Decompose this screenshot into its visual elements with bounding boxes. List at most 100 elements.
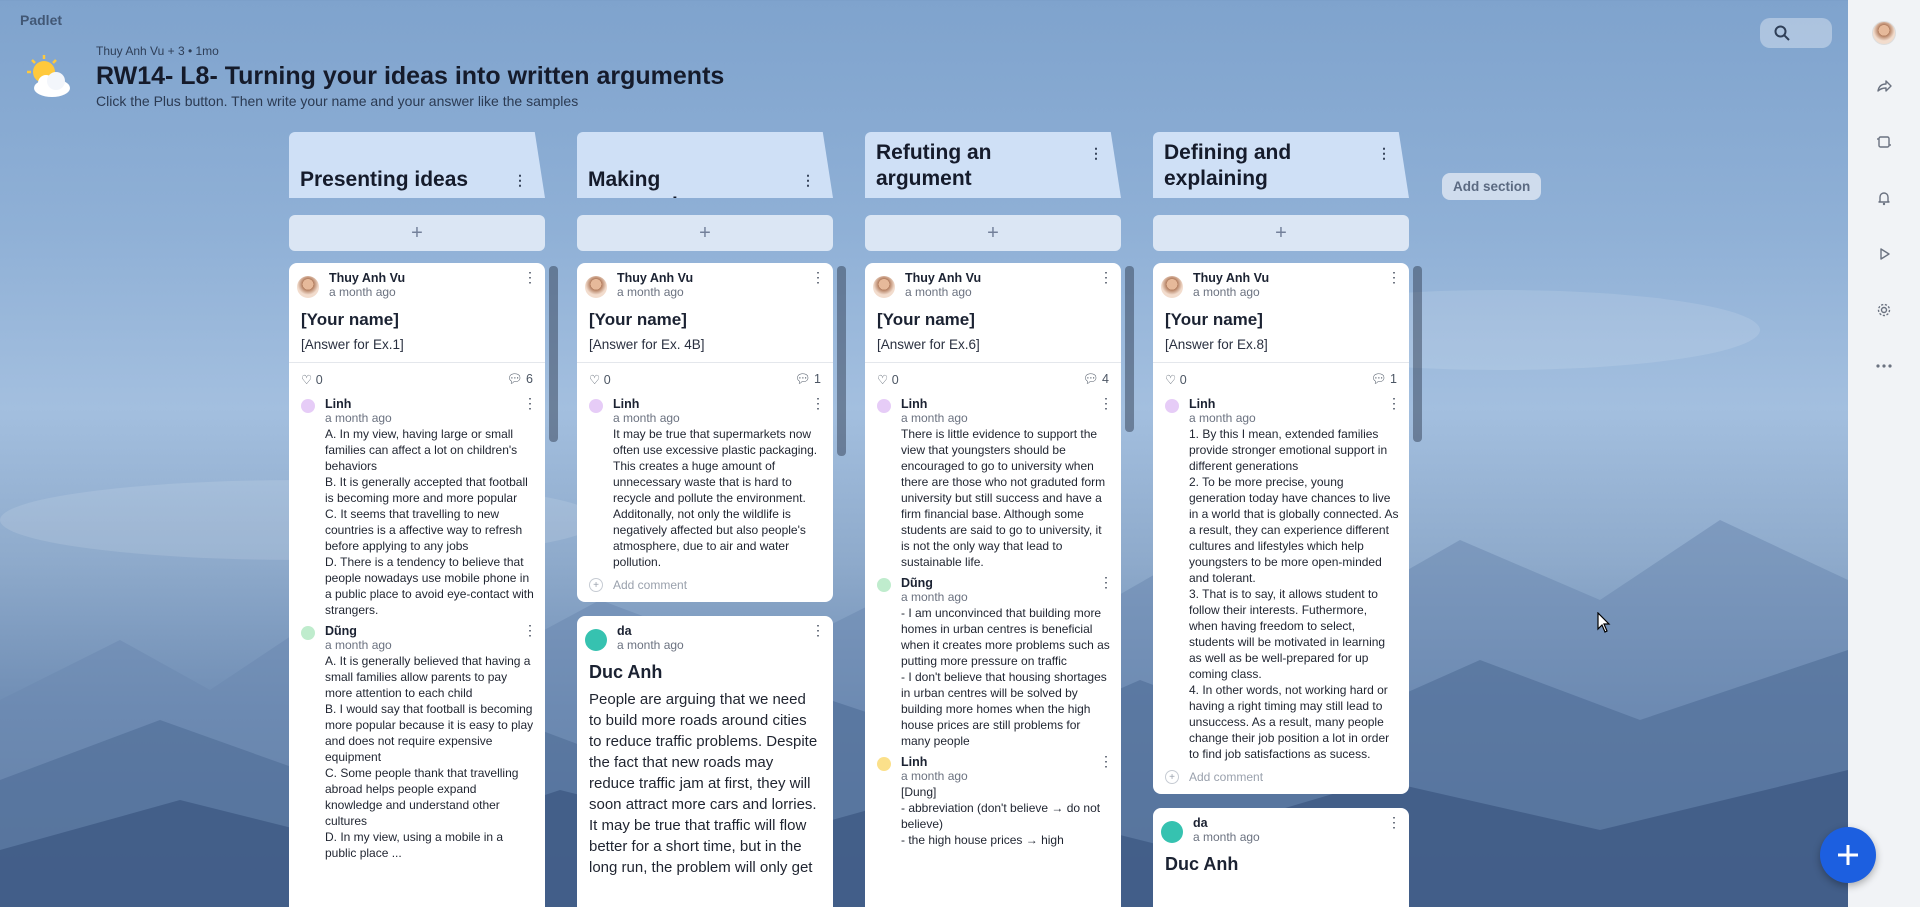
section-menu-icon[interactable]: ⋮ [513,167,527,193]
comment-menu-icon[interactable]: ⋮ [1099,396,1113,410]
add-post-button[interactable]: + [865,215,1121,251]
like-count: 0 [1179,373,1187,387]
column-scrollbar[interactable] [1413,266,1422,442]
slideshow-button[interactable] [1869,239,1899,269]
avatar [585,629,607,651]
add-post-button[interactable]: + [289,215,545,251]
column-scrollbar[interactable] [837,266,846,456]
section-header: Defining and explaining ⋮ [1153,132,1409,198]
add-comment-input[interactable]: + Add comment [1153,762,1409,794]
post-card[interactable]: Thuy Anh Vu a month ago ⋮ [Your name] [An… [865,263,1121,907]
sun-cloud-icon [24,54,72,102]
comment-avatar [589,399,603,413]
like-button[interactable]: ♡ 0 [589,372,611,387]
post-card[interactable]: da a month ago ⋮ Duc Anh People are argui… [577,616,833,907]
search-icon [1774,25,1790,41]
like-button[interactable]: ♡ 0 [1165,372,1187,387]
comment-time: a month ago [901,590,968,604]
post-body: [Answer for Ex. 4B] [577,330,833,363]
post-author: Thuy Anh Vu [1193,271,1270,285]
header-meta: Thuy Anh Vu + 3 • 1mo [96,44,219,58]
comment-count: 4 [1102,372,1109,386]
notifications-button[interactable] [1869,183,1899,213]
post-card[interactable]: da a month ago ⋮ Duc Anh [1153,808,1409,907]
post-menu-icon[interactable]: ⋮ [523,270,537,284]
comment-text: [Dung] - abbreviation (don't believe → d… [901,785,1101,847]
column-scrollbar[interactable] [1125,266,1134,432]
section-title: Defining and explaining [1164,141,1292,190]
plus-icon: + [1165,770,1179,784]
add-post-fab[interactable] [1820,827,1876,883]
like-button[interactable]: ♡ 0 [301,372,323,387]
post-card[interactable]: Thuy Anh Vu a month ago ⋮ [Your name] [An… [289,263,545,907]
right-action-bar [1848,0,1920,907]
comment-avatar [301,626,315,640]
comment-avatar [877,578,891,592]
avatar [297,276,319,298]
comment-author: Linh [901,755,928,769]
post-menu-icon[interactable]: ⋮ [811,270,825,284]
padlet-logo[interactable]: Padlet [20,12,62,28]
add-comment-placeholder: Add comment [613,578,688,592]
slideshow-icon [1880,248,1890,260]
comment-time: a month ago [613,411,680,425]
post-header: Thuy Anh Vu a month ago ⋮ [577,263,833,299]
post-card[interactable]: Thuy Anh Vu a month ago ⋮ [Your name] [An… [1153,263,1409,794]
post-menu-icon[interactable]: ⋮ [1387,270,1401,284]
post-title: Duc Anh [1165,854,1239,874]
settings-button[interactable] [1869,295,1899,325]
add-post-button[interactable]: + [1153,215,1409,251]
more-button[interactable] [1869,351,1899,381]
page-title: RW14- L8- Turning your ideas into writte… [96,62,725,90]
add-post-button[interactable]: + [577,215,833,251]
post-author: Thuy Anh Vu [617,271,694,285]
section-menu-icon[interactable]: ⋮ [1377,140,1391,166]
post-menu-icon[interactable]: ⋮ [1099,270,1113,284]
comment-avatar [877,399,891,413]
post-reactions: ♡ 0 💬︎ 1 [1153,363,1409,391]
search-button[interactable] [1760,18,1832,48]
comment-menu-icon[interactable]: ⋮ [1099,575,1113,589]
remake-button[interactable] [1869,127,1899,157]
comment-menu-icon[interactable]: ⋮ [1387,396,1401,410]
comment-button[interactable]: 💬︎ 1 [1371,372,1397,387]
comment-button[interactable]: 💬︎ 1 [795,372,821,387]
add-comment-input[interactable]: + Add comment [577,570,833,602]
post-card[interactable]: Thuy Anh Vu a month ago ⋮ [Your name] [An… [577,263,833,602]
section-menu-icon[interactable]: ⋮ [801,167,815,193]
section-presenting-ideas: Presenting ideas ⋮ + Thuy Anh Vu a month … [289,132,545,907]
column-scrollbar[interactable] [549,266,558,442]
post-author: da [617,624,632,638]
comment-time: a month ago [325,638,392,652]
comment-menu-icon[interactable]: ⋮ [1099,754,1113,768]
like-count: 0 [315,373,323,387]
avatar [1161,276,1183,298]
share-button[interactable] [1869,71,1899,101]
post-menu-icon[interactable]: ⋮ [811,623,825,637]
avatar [873,276,895,298]
like-button[interactable]: ♡ 0 [877,372,899,387]
comment-menu-icon[interactable]: ⋮ [523,623,537,637]
plus-icon: + [589,578,603,592]
post-time: a month ago [617,638,684,652]
avatar-icon[interactable] [1872,21,1896,45]
comment-menu-icon[interactable]: ⋮ [811,396,825,410]
comment-avatar [877,757,891,771]
comment-button[interactable]: 💬︎ 6 [507,372,533,387]
section-title: Presenting ideas [300,168,469,191]
post-author: da [1193,816,1208,830]
post-header: Thuy Anh Vu a month ago ⋮ [865,263,1121,299]
remake-icon [1877,136,1891,148]
bell-icon [1878,192,1890,206]
comment-text: A. It is generally believed that having … [325,654,534,860]
add-section-button[interactable]: Add section [1442,173,1542,200]
comment: Linh a month ago A. In my view, having lar… [289,391,545,618]
post-menu-icon[interactable]: ⋮ [1387,815,1401,829]
comment-menu-icon[interactable]: ⋮ [523,396,537,410]
comment: Dũng a month ago - I am unconvinced that b… [865,570,1121,749]
avatar [1161,821,1183,843]
comment-button[interactable]: 💬︎ 4 [1083,372,1109,387]
comment-author: Linh [613,397,640,411]
section-menu-icon[interactable]: ⋮ [1089,140,1103,166]
post-body: [Answer for Ex.8] [1153,330,1409,363]
